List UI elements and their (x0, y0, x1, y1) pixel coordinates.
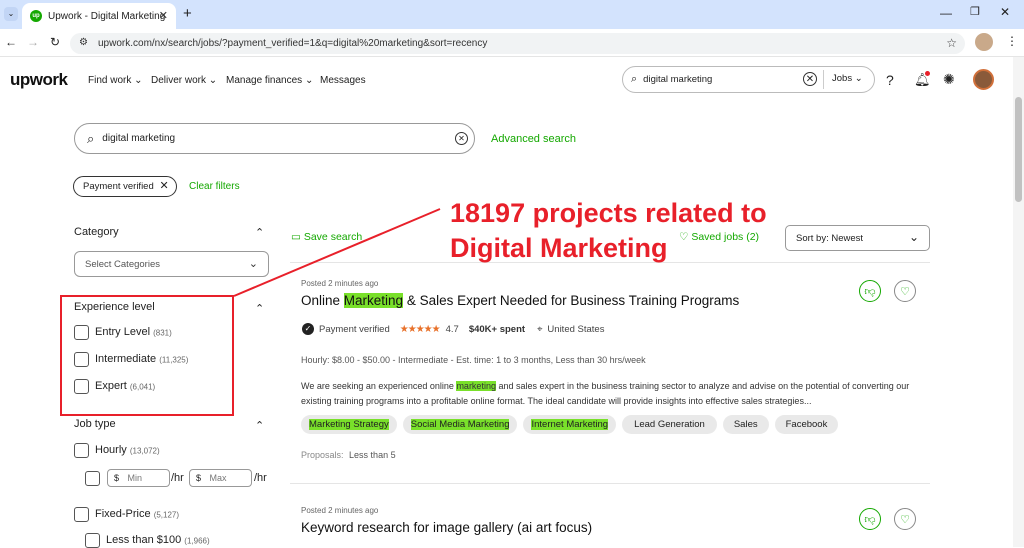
annotation-text: 18197 projects related to Digital Market… (450, 196, 767, 266)
annotation-arrow (233, 208, 441, 297)
annotation-line-1: 18197 projects related to (450, 198, 767, 228)
annotation-line (233, 208, 441, 297)
annotation-line-2: Digital Marketing (450, 233, 668, 263)
